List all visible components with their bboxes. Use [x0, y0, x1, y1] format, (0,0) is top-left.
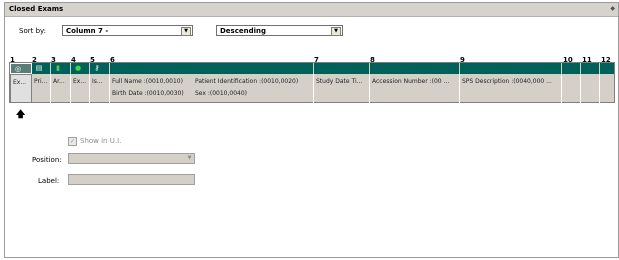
cell-7-text: Study Date Ti...: [316, 78, 363, 85]
cell-3-text: Ar...: [53, 78, 65, 85]
panel-titlebar: Closed Exams ◆: [5, 3, 618, 17]
cell-9[interactable]: SPS Description :(0040,000 ...: [460, 74, 562, 103]
sort-column-select[interactable]: Column 7 - ▼: [62, 25, 193, 36]
sort-by-label: Sort by:: [19, 27, 47, 35]
header-cell-12[interactable]: [600, 63, 616, 74]
cell-1[interactable]: Ex...: [10, 74, 32, 103]
closed-exams-panel: Closed Exams ◆: [4, 2, 619, 258]
show-in-ui-checkbox[interactable]: ✓: [68, 137, 77, 146]
header-cell-1[interactable]: ◎: [10, 63, 32, 74]
header-cell-7[interactable]: [314, 63, 370, 74]
cell-4[interactable]: Ex...: [71, 74, 90, 103]
cell-3[interactable]: Ar...: [51, 74, 71, 103]
cell-9-text: SPS Description :(0040,000 ...: [462, 78, 552, 85]
cell-12[interactable]: [600, 74, 616, 103]
chevron-down-icon[interactable]: ▼: [331, 27, 341, 36]
position-label: Position:: [32, 156, 62, 164]
sort-order-select[interactable]: Descending ▼: [216, 25, 343, 36]
chevron-down-icon[interactable]: ▼: [186, 155, 193, 162]
birth-date-tag: Birth Date :(0010,0030): [112, 90, 184, 97]
header-cell-4[interactable]: ●: [71, 63, 90, 74]
archive-icon: ▮: [56, 64, 60, 72]
cell-2-text: Pri...: [34, 78, 48, 85]
cell-6-line-2: Birth Date :(0010,0030) Sex :(0010,0040): [112, 90, 311, 102]
sort-column-value: Column 7 -: [66, 27, 109, 35]
cell-7[interactable]: Study Date Ti...: [314, 74, 370, 103]
cell-8-text: Accession Number :(00 ...: [372, 78, 450, 85]
cell-6[interactable]: Full Name :(0010,0010) Patient Identific…: [110, 74, 314, 103]
header-cell-6[interactable]: [110, 63, 314, 74]
label-field[interactable]: [68, 174, 195, 185]
header-cell-2[interactable]: ▤: [32, 63, 51, 74]
patient-id-tag: Patient Identification :(0010,0020): [195, 78, 299, 85]
columns-grid: ◎ ▤ ▮ ● ⚷ Ex... Pri... Ar... Ex... Is...…: [9, 62, 615, 103]
label-label: Label:: [38, 177, 60, 185]
cell-5[interactable]: Is...: [90, 74, 110, 103]
header-cell-5[interactable]: ⚷: [90, 63, 110, 74]
cell-1-text: Ex...: [13, 79, 27, 86]
position-select[interactable]: ▼: [68, 153, 195, 164]
cell-5-text: Is...: [92, 78, 103, 85]
header-cell-9[interactable]: [460, 63, 562, 74]
grid-data-row: Ex... Pri... Ar... Ex... Is... Full Name…: [10, 74, 614, 103]
sort-order-value: Descending: [220, 27, 267, 35]
cell-4-text: Ex...: [73, 78, 87, 85]
eye-icon: ◎: [14, 65, 22, 73]
selected-column-arrow-icon: 🡅: [16, 110, 26, 120]
key-icon: ⚷: [94, 64, 100, 72]
cell-8[interactable]: Accession Number :(00 ...: [370, 74, 460, 103]
cell-6-line-1: Full Name :(0010,0010) Patient Identific…: [112, 78, 311, 90]
cell-10[interactable]: [562, 74, 581, 103]
header-cell-10[interactable]: [562, 63, 581, 74]
cell-11[interactable]: [581, 74, 600, 103]
header-cell-11[interactable]: [581, 63, 600, 74]
cell-2[interactable]: Pri...: [32, 74, 51, 103]
full-name-tag: Full Name :(0010,0010): [112, 78, 183, 85]
panel-title: Closed Exams: [9, 5, 64, 13]
header-cell-8[interactable]: [370, 63, 460, 74]
header-cell-3[interactable]: ▮: [51, 63, 71, 74]
sex-tag: Sex :(0010,0040): [195, 90, 248, 97]
show-in-ui-label: Show in U.I.: [80, 137, 122, 145]
grid-header-row: ◎ ▤ ▮ ● ⚷: [10, 63, 614, 74]
printer-icon: ▤: [35, 64, 43, 72]
chevron-down-icon[interactable]: ▼: [181, 27, 191, 36]
pin-icon[interactable]: ◆: [610, 5, 615, 12]
exam-status-icon: ●: [74, 64, 82, 72]
